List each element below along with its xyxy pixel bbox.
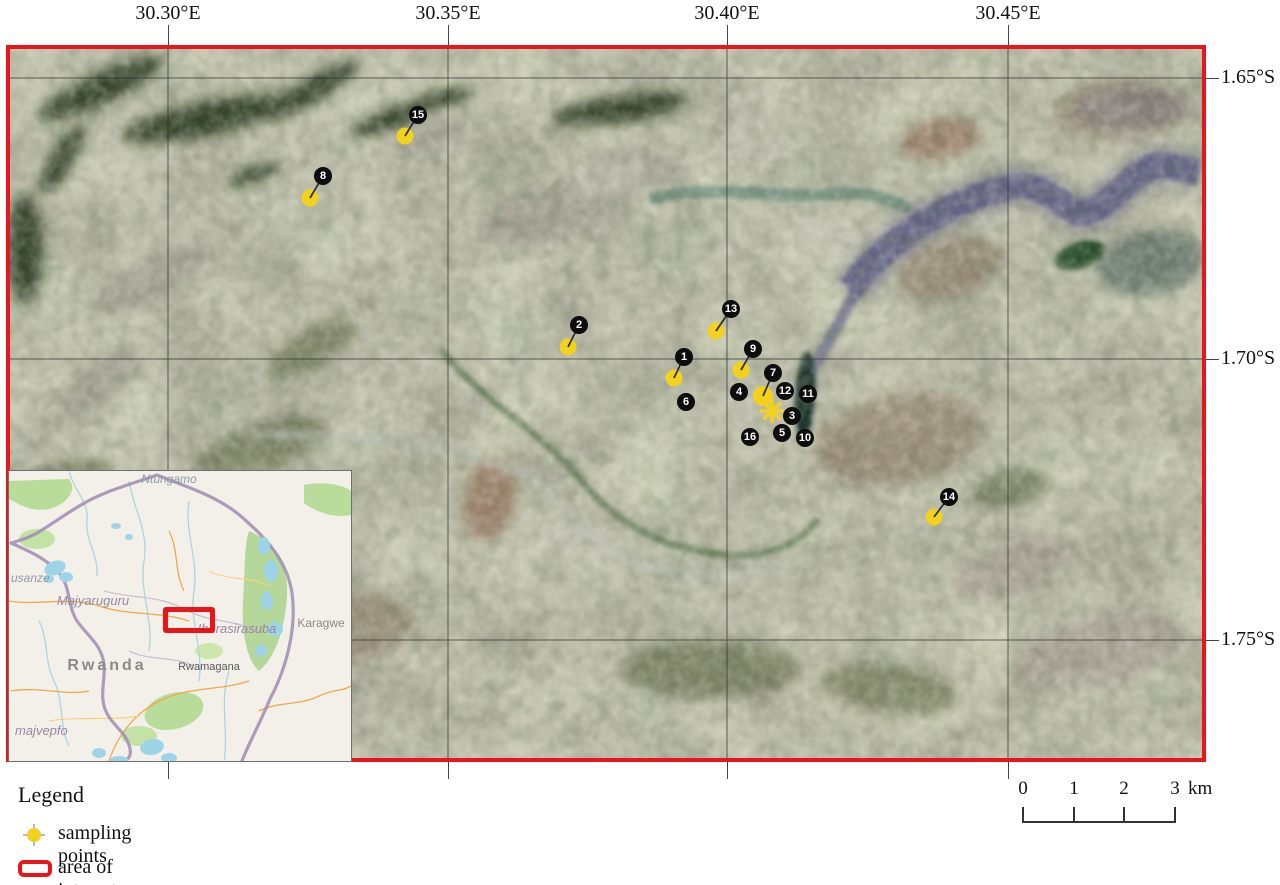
latitude-tick — [1206, 640, 1219, 641]
longitude-tick-bottom — [727, 762, 728, 779]
sampling-point-number-7: 7 — [770, 367, 776, 379]
sampling-point-number-11: 11 — [802, 388, 814, 400]
latitude-tick — [1206, 359, 1219, 360]
longitude-tick-bottom — [168, 762, 169, 779]
longitude-tick — [1008, 25, 1009, 45]
legend-item-sampling-points: sampling points — [18, 822, 84, 848]
scalebar-number: 0 — [1018, 778, 1028, 800]
study-area-figure: 30.30°E 30.35°E 30.40°E 30.45°E 1.65°S 1.70°… — [0, 0, 1280, 885]
latitude-tick — [1206, 78, 1219, 79]
sampling-point-number-2: 2 — [576, 319, 582, 331]
legend: Legend sampling points area of interest — [18, 782, 84, 882]
scalebar-unit: km — [1188, 778, 1212, 800]
scale-bar: 0 1 2 3 km — [1010, 776, 1270, 836]
longitude-label: 30.30°E — [135, 2, 200, 25]
aoi-rectangle-icon — [18, 860, 52, 877]
latitude-label: 1.70°S — [1221, 347, 1275, 370]
scalebar-number: 3 — [1170, 778, 1180, 800]
longitude-label: 30.45°E — [975, 2, 1040, 25]
scalebar-number: 2 — [1119, 778, 1129, 800]
legend-label: area of interest — [58, 856, 117, 885]
sampling-point-icon — [23, 824, 45, 846]
sampling-point-number-6: 6 — [683, 396, 689, 408]
sampling-point-number-5: 5 — [779, 427, 785, 439]
inset-overview-map: NtungamousanzeMajyaruguruIburasirasubaKa… — [8, 470, 352, 762]
sampling-point-number-1: 1 — [681, 351, 687, 363]
sampling-point-number-4: 4 — [736, 386, 743, 398]
longitude-tick-bottom — [448, 762, 449, 779]
longitude-tick — [727, 25, 728, 45]
latitude-label: 1.75°S — [1221, 628, 1275, 651]
latitude-label: 1.65°S — [1221, 66, 1275, 89]
longitude-tick — [168, 25, 169, 45]
sampling-point-number-16: 16 — [744, 431, 756, 443]
scalebar-number: 1 — [1069, 778, 1079, 800]
scalebar-line — [1023, 821, 1175, 823]
sampling-point-number-12: 12 — [779, 385, 791, 397]
legend-item-area-of-interest: area of interest — [18, 856, 84, 882]
sampling-star-center — [769, 408, 776, 415]
longitude-tick — [448, 25, 449, 45]
sampling-point-number-9: 9 — [750, 343, 756, 355]
longitude-tick-bottom — [1008, 762, 1009, 779]
inset-aoi-rectangle — [163, 607, 215, 633]
sampling-point-number-14: 14 — [943, 491, 956, 503]
sampling-point-number-3: 3 — [789, 410, 795, 422]
legend-title: Legend — [18, 782, 84, 808]
sampling-point-number-15: 15 — [412, 109, 424, 121]
longitude-label: 30.40°E — [694, 2, 759, 25]
sampling-point-number-13: 13 — [725, 303, 737, 315]
sampling-point-number-8: 8 — [320, 170, 326, 182]
longitude-label: 30.35°E — [415, 2, 480, 25]
sampling-point-number-10: 10 — [799, 432, 811, 444]
